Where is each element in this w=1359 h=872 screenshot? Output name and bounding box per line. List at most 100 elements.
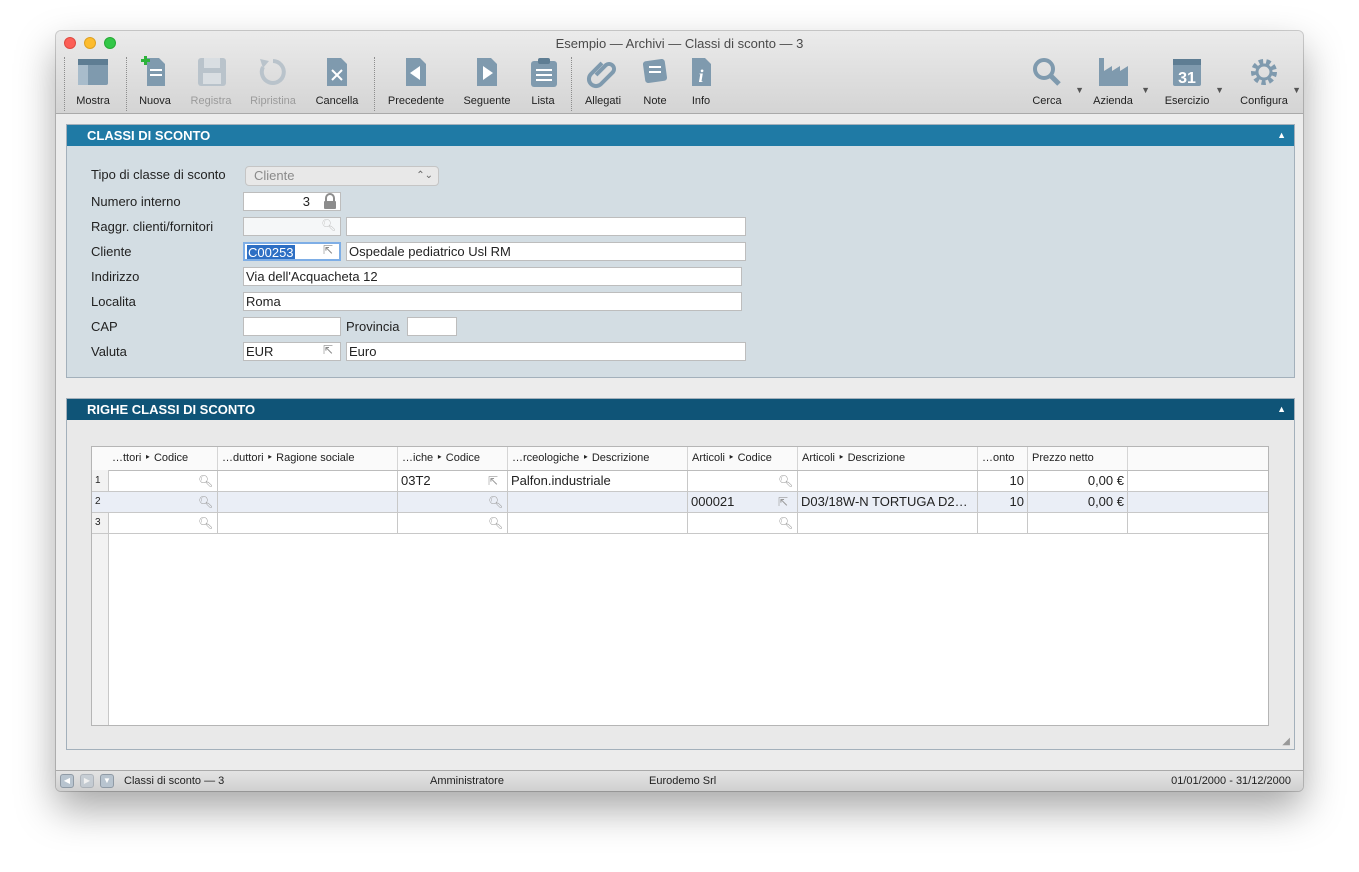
panel-title: CLASSI DI SCONTO [87,128,211,143]
mostra-icon [78,59,108,85]
panel-header[interactable]: CLASSI DI SCONTO ▲ [67,125,1294,146]
tipo-label: Tipo di classe di sconto [91,167,226,182]
allegati-icon [586,61,616,89]
cancella-button[interactable]: Cancella [304,55,370,111]
chevron-down-icon: ▼ [1292,85,1301,95]
gear-icon [1251,59,1277,85]
grid-cell[interactable] [218,513,398,533]
row-number: 2 [95,496,101,507]
grid-cell [1128,513,1268,533]
updown-chevron-icon: ⌃⌄ [416,170,433,181]
status-user: Amministratore [430,775,504,787]
down-record-button[interactable]: ▼ [100,774,114,788]
panel-header[interactable]: RIGHE CLASSI DI SCONTO ▲ [67,399,1294,420]
numero-label: Numero interno [91,194,181,209]
grid-header: …ttori ‣ Codice …duttori ‣ Ragione socia… [92,447,1268,471]
provincia-field[interactable] [407,317,457,336]
prev-record-button[interactable]: ◀ [60,774,74,788]
grid-cell[interactable]: 10 [978,471,1028,491]
valuta-label: Valuta [91,344,127,359]
window-title: Esempio — Archivi — Classi di sconto — 3 [555,36,804,51]
table-row[interactable]: 3 🔍︎ 🔍︎ 🔍︎ [92,513,1268,534]
esercizio-button[interactable]: 31 Esercizio ▼ [1154,55,1224,111]
table-row[interactable]: 2 🔍︎ 🔍︎ 000021 ⇱ D03/18W-N TORTUGA D2… 1… [92,492,1268,513]
cliente-desc-field[interactable]: Ospedale pediatrico Usl RM [346,242,746,261]
valuta-desc-field[interactable]: Euro [346,342,746,361]
grid-cell[interactable] [978,513,1028,533]
grid-cell[interactable]: 10 [978,492,1028,512]
magnifier-icon[interactable]: 🔍︎ [488,492,503,512]
app-window: Esempio — Archivi — Classi di sconto — 3… [56,31,1303,791]
precedente-button[interactable]: Precedente [383,55,449,111]
magnifier-icon[interactable]: 🔍︎ [321,218,336,232]
grid-cell[interactable]: 0,00 € [1028,492,1128,512]
grid-cell[interactable] [798,513,978,533]
svg-text:i: i [698,66,703,86]
column-header[interactable]: …iche ‣ Codice [398,447,508,470]
grid-cell[interactable]: Palfon.industriale [508,471,688,491]
panel-title: RIGHE CLASSI DI SCONTO [87,402,256,417]
collapse-icon[interactable]: ▲ [1277,399,1286,420]
titlebar: Esempio — Archivi — Classi di sconto — 3… [56,31,1303,114]
table-row[interactable]: 1 🔍︎ 03T2 ⇱ Palfon.industriale 🔍︎ 10 0,0… [92,471,1268,492]
magnifier-icon[interactable]: 🔍︎ [778,513,793,533]
column-header[interactable]: Prezzo netto [1028,447,1128,470]
configura-button[interactable]: Configura ▼ [1231,55,1301,111]
magnifier-icon[interactable]: 🔍︎ [488,513,503,533]
azienda-icon [1099,58,1128,86]
grid-cell[interactable]: 0,00 € [1028,471,1128,491]
ripristina-icon [259,59,286,85]
column-header[interactable]: Articoli ‣ Descrizione [798,447,978,470]
chevron-down-icon: ▼ [1141,85,1150,95]
indirizzo-field[interactable]: Via dell'Acquacheta 12 [243,267,742,286]
info-button[interactable]: i Info [668,55,734,111]
status-record: Classi di sconto — 3 [124,775,225,787]
next-record-button[interactable]: ▶ [80,774,94,788]
grid-cell[interactable] [1028,513,1128,533]
link-arrow-icon[interactable]: ⇱ [323,343,333,357]
column-header[interactable]: …duttori ‣ Ragione sociale [218,447,398,470]
column-header[interactable]: Articoli ‣ Codice [688,447,798,470]
status-company: Eurodemo Srl [649,775,717,787]
cliente-label: Cliente [91,244,132,259]
lista-icon [531,58,557,87]
localita-field[interactable]: Roma [243,292,742,311]
registra-icon [198,58,226,86]
grid-cell [1128,471,1268,491]
lock-icon [324,193,336,209]
grid-cell[interactable] [508,513,688,533]
raggr-label: Raggr. clienti/fornitori [91,219,214,234]
link-arrow-icon[interactable]: ⇱ [778,492,788,512]
provincia-label: Provincia [346,319,400,334]
svg-text:31: 31 [1178,70,1196,87]
magnifier-icon[interactable]: 🔍︎ [198,513,213,533]
grid-cell[interactable] [218,492,398,512]
link-arrow-icon[interactable]: ⇱ [323,243,333,257]
collapse-icon[interactable]: ▲ [1277,125,1286,146]
link-arrow-icon[interactable]: ⇱ [488,471,498,491]
seguente-icon [477,58,497,86]
grid-cell[interactable] [218,471,398,491]
magnifier-icon[interactable]: 🔍︎ [778,471,793,491]
magnifier-icon[interactable]: 🔍︎ [198,471,213,491]
grid-cell[interactable] [508,492,688,512]
indirizzo-label: Indirizzo [91,269,140,284]
azienda-button[interactable]: Azienda ▼ [1080,55,1150,111]
search-icon [1033,58,1061,86]
localita-label: Localita [91,294,136,309]
cancella-icon [327,58,347,86]
classi-di-sconto-panel: CLASSI DI SCONTO ▲ Tipo di classe di sco… [66,124,1295,378]
column-header[interactable]: …ttori ‣ Codice [108,447,218,470]
row-number: 3 [95,517,101,528]
magnifier-icon[interactable]: 🔍︎ [198,492,213,512]
column-header[interactable]: …onto [978,447,1028,470]
grid-cell[interactable] [798,471,978,491]
row-number: 1 [95,475,101,486]
note-icon [642,58,668,84]
cap-field[interactable] [243,317,341,336]
resize-grip-icon[interactable]: ◢ [1282,736,1290,747]
grid-cell[interactable]: D03/18W-N TORTUGA D2… [798,492,978,512]
tipo-select[interactable]: Cliente ⌃⌄ [245,166,439,186]
column-header[interactable]: …rceologiche ‣ Descrizione [508,447,688,470]
raggr-desc-field[interactable] [346,217,746,236]
